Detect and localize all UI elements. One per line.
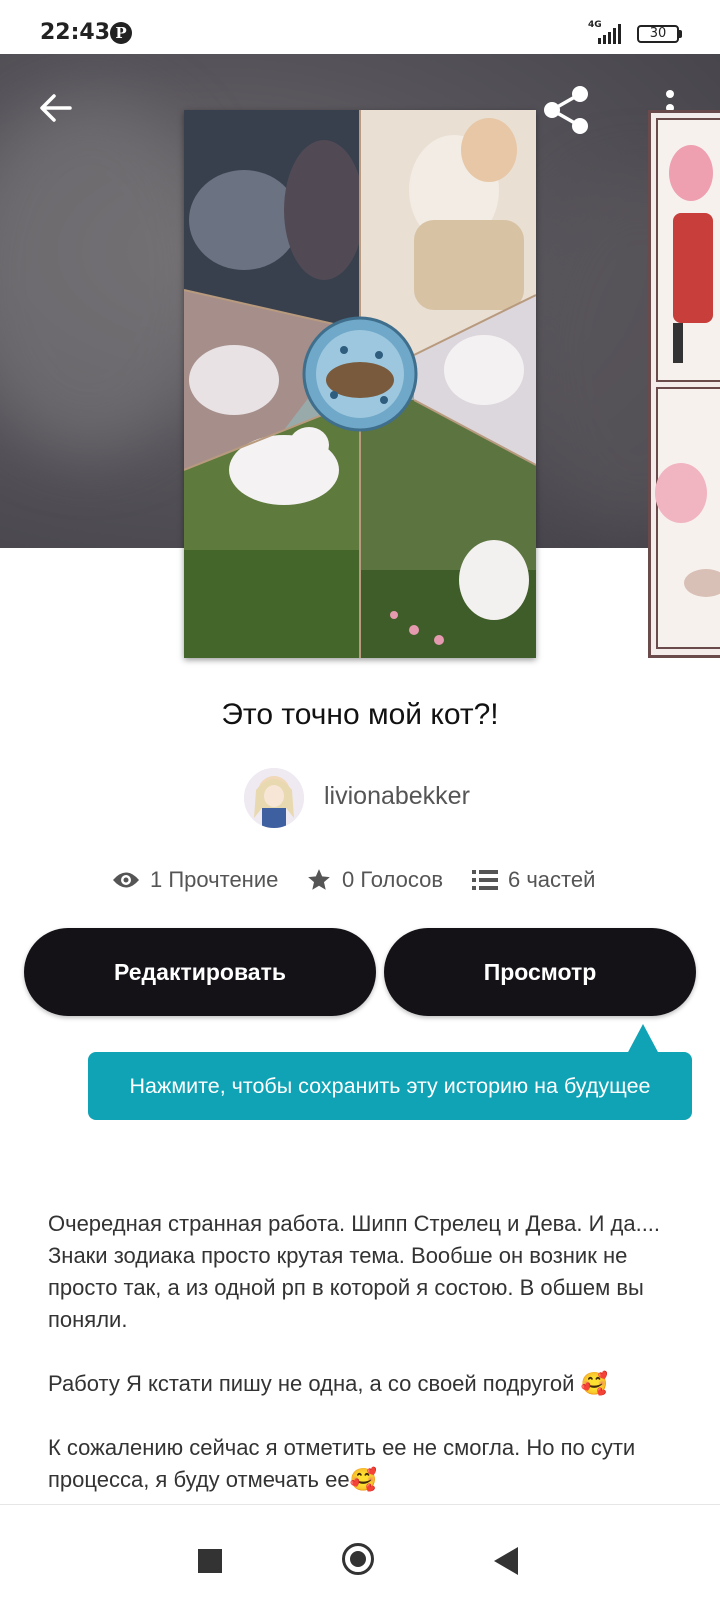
pinterest-icon: P — [110, 22, 132, 44]
tooltip-text: Нажмите, чтобы сохранить эту историю на … — [129, 1073, 651, 1098]
back-arrow-icon[interactable] — [36, 88, 76, 128]
signal-icon — [598, 24, 621, 44]
edit-button[interactable]: Редактировать — [24, 928, 376, 1016]
battery-indicator: 30 — [637, 25, 679, 43]
status-bar: 22:43 P 4G 30 — [0, 0, 720, 54]
recent-apps-icon[interactable] — [198, 1549, 222, 1573]
nav-back-icon[interactable] — [494, 1547, 518, 1575]
votes-stat: 0 Голосов — [306, 862, 443, 898]
description-paragraph: Очередная странная работа. Шипп Стрелец … — [48, 1211, 661, 1332]
status-time: 22:43 — [40, 20, 111, 45]
parts-stat: 6 частей — [472, 862, 595, 898]
next-story-cover[interactable] — [648, 110, 720, 658]
tooltip-arrow — [627, 1024, 659, 1054]
battery-tip — [679, 30, 682, 38]
system-nav-bar — [0, 1504, 720, 1601]
votes-count: 0 Голосов — [342, 867, 444, 892]
story-description: Очередная странная работа. Шипп Стрелец … — [48, 1208, 688, 1528]
share-icon[interactable] — [542, 84, 592, 136]
author-avatar[interactable] — [244, 768, 304, 828]
save-story-tooltip[interactable]: Нажмите, чтобы сохранить эту историю на … — [88, 1052, 692, 1120]
description-paragraph: Работу Я кстати пишу не одна, а со своей… — [48, 1371, 608, 1396]
star-icon — [308, 869, 330, 890]
reads-stat: 1 Прочтение — [112, 862, 278, 898]
description-paragraph: К сожалению сейчас я отметить ее не смог… — [48, 1435, 636, 1492]
parts-count: 6 частей — [508, 867, 596, 892]
story-stats: 1 Прочтение 0 Голосов 6 частей — [0, 862, 720, 902]
eye-icon — [113, 872, 139, 888]
view-button[interactable]: Просмотр — [384, 928, 696, 1016]
list-icon — [472, 870, 498, 890]
reads-count: 1 Прочтение — [150, 867, 279, 892]
story-cover-image[interactable] — [184, 110, 536, 658]
story-title: Это точно мой кот?! — [221, 698, 499, 731]
author-name[interactable]: livionabekker — [324, 782, 470, 811]
home-icon[interactable] — [342, 1543, 374, 1575]
